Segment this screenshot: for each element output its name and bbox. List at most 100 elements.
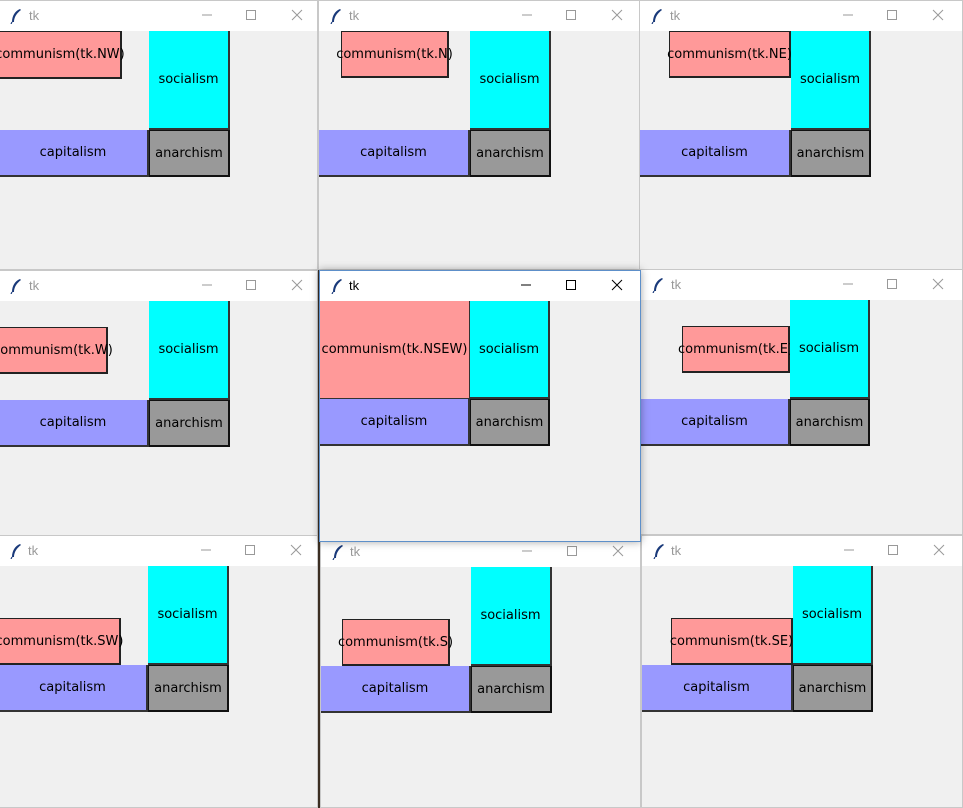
window-content: communism(tk.W) socialism capitalism ana… xyxy=(0,301,317,535)
tk-feather-icon xyxy=(652,278,663,293)
title-bar[interactable]: tk xyxy=(320,271,640,301)
socialism-label: socialism xyxy=(148,566,229,665)
title-bar[interactable]: tk xyxy=(640,1,962,31)
socialism-label: socialism xyxy=(149,301,230,400)
tk-window-sw[interactable]: tk communism(tk.SW) socialism capitalism… xyxy=(0,535,318,808)
tk-feather-icon xyxy=(651,9,662,24)
maximize-icon[interactable] xyxy=(564,278,578,292)
close-icon[interactable] xyxy=(290,8,304,22)
anarchism-label: anarchism xyxy=(471,666,552,713)
tk-window-e[interactable]: tk communism(tk.E) socialism capitalism … xyxy=(640,269,963,535)
title-bar[interactable]: tk xyxy=(319,1,639,31)
minimize-icon[interactable] xyxy=(842,543,856,557)
communism-label: communism(tk.SE) xyxy=(670,618,793,665)
window-title: tk xyxy=(29,278,40,293)
tk-feather-icon xyxy=(332,545,343,560)
communism-label: communism(tk.N) xyxy=(336,31,453,78)
window-title: tk xyxy=(349,8,360,23)
title-bar[interactable]: tk xyxy=(642,536,962,566)
minimize-icon[interactable] xyxy=(520,8,534,22)
minimize-icon[interactable] xyxy=(841,277,855,291)
close-icon[interactable] xyxy=(290,278,304,292)
tk-feather-icon xyxy=(331,279,342,294)
anarchism-label: anarchism xyxy=(149,130,230,177)
minimize-icon[interactable] xyxy=(520,544,534,558)
anarchism-label: anarchism xyxy=(791,130,871,177)
window-title: tk xyxy=(670,8,681,23)
window-content: communism(tk.S) socialism capitalism ana… xyxy=(321,567,640,807)
communism-label: communism(tk.S) xyxy=(338,619,453,666)
anarchism-label: anarchism xyxy=(790,399,870,446)
close-icon[interactable] xyxy=(611,544,625,558)
maximize-icon[interactable] xyxy=(885,277,899,291)
socialism-label: socialism xyxy=(790,300,870,399)
window-content: communism(tk.SE) socialism capitalism an… xyxy=(642,566,962,807)
maximize-icon[interactable] xyxy=(244,8,258,22)
tk-window-ne[interactable]: tk communism(tk.NE) socialism capitalism… xyxy=(639,0,963,270)
tk-window-nw[interactable]: tk communism(tk.NW) socialism capitalism… xyxy=(0,0,318,270)
window-content: communism(tk.NW) socialism capitalism an… xyxy=(0,31,317,269)
maximize-icon[interactable] xyxy=(244,278,258,292)
tk-window-w[interactable]: tk communism(tk.W) socialism capitalism … xyxy=(0,270,318,536)
socialism-label: socialism xyxy=(791,31,871,130)
maximize-icon[interactable] xyxy=(565,544,579,558)
tk-feather-icon xyxy=(10,279,21,294)
window-title: tk xyxy=(350,544,361,559)
maximize-icon[interactable] xyxy=(885,8,899,22)
window-title: tk xyxy=(28,543,39,558)
tk-feather-icon xyxy=(653,544,664,559)
minimize-icon[interactable] xyxy=(200,278,214,292)
anarchism-label: anarchism xyxy=(149,400,230,447)
capitalism-label: capitalism xyxy=(641,399,790,446)
anarchism-label: anarchism xyxy=(470,130,551,177)
capitalism-label: capitalism xyxy=(0,665,148,712)
title-bar[interactable]: tk xyxy=(0,536,317,566)
window-title: tk xyxy=(671,277,682,292)
socialism-label: socialism xyxy=(470,301,550,399)
capitalism-label: capitalism xyxy=(319,130,470,177)
close-icon[interactable] xyxy=(931,277,945,291)
maximize-icon[interactable] xyxy=(243,543,257,557)
window-title: tk xyxy=(671,543,682,558)
title-bar[interactable]: tk xyxy=(0,271,317,301)
communism-label: communism(tk.NE) xyxy=(667,31,792,78)
window-content: communism(tk.N) socialism capitalism ana… xyxy=(319,31,639,269)
socialism-label: socialism xyxy=(470,31,551,130)
minimize-icon[interactable] xyxy=(199,543,213,557)
minimize-icon[interactable] xyxy=(841,8,855,22)
title-bar[interactable]: tk xyxy=(641,270,962,300)
tk-window-nsew[interactable]: tk communism(tk.NSEW) socialism capitali… xyxy=(319,270,641,542)
minimize-icon[interactable] xyxy=(200,8,214,22)
communism-label: communism(tk.NSEW) xyxy=(320,301,470,399)
minimize-icon[interactable] xyxy=(519,278,533,292)
tk-feather-icon xyxy=(330,9,341,24)
tk-feather-icon xyxy=(10,544,21,559)
anarchism-label: anarchism xyxy=(148,665,229,712)
window-content: communism(tk.NSEW) socialism capitalism … xyxy=(320,301,640,541)
tk-window-se[interactable]: tk communism(tk.SE) socialism capitalism… xyxy=(641,535,963,808)
capitalism-label: capitalism xyxy=(321,666,471,713)
tk-window-s[interactable]: tk communism(tk.S) socialism capitalism … xyxy=(320,536,641,808)
communism-label: communism(tk.E) xyxy=(678,326,793,373)
anarchism-label: anarchism xyxy=(793,665,873,712)
tk-window-n[interactable]: tk communism(tk.N) socialism capitalism … xyxy=(318,0,640,270)
window-content: communism(tk.NE) socialism capitalism an… xyxy=(640,31,962,269)
anarchism-label: anarchism xyxy=(470,399,550,446)
window-content: communism(tk.E) socialism capitalism ana… xyxy=(641,300,962,534)
close-icon[interactable] xyxy=(931,8,945,22)
maximize-icon[interactable] xyxy=(564,8,578,22)
tk-feather-icon xyxy=(10,9,21,24)
desktop: { "colors": { "communism": "#ff9999", "s… xyxy=(0,0,963,808)
capitalism-label: capitalism xyxy=(320,399,470,446)
maximize-icon[interactable] xyxy=(886,543,900,557)
close-icon[interactable] xyxy=(289,543,303,557)
close-icon[interactable] xyxy=(610,278,624,292)
close-icon[interactable] xyxy=(932,543,946,557)
socialism-label: socialism xyxy=(149,31,230,130)
socialism-label: socialism xyxy=(793,566,873,665)
capitalism-label: capitalism xyxy=(642,665,793,712)
title-bar[interactable]: tk xyxy=(0,1,317,31)
close-icon[interactable] xyxy=(610,8,624,22)
capitalism-label: capitalism xyxy=(0,130,149,177)
capitalism-label: capitalism xyxy=(0,400,149,447)
